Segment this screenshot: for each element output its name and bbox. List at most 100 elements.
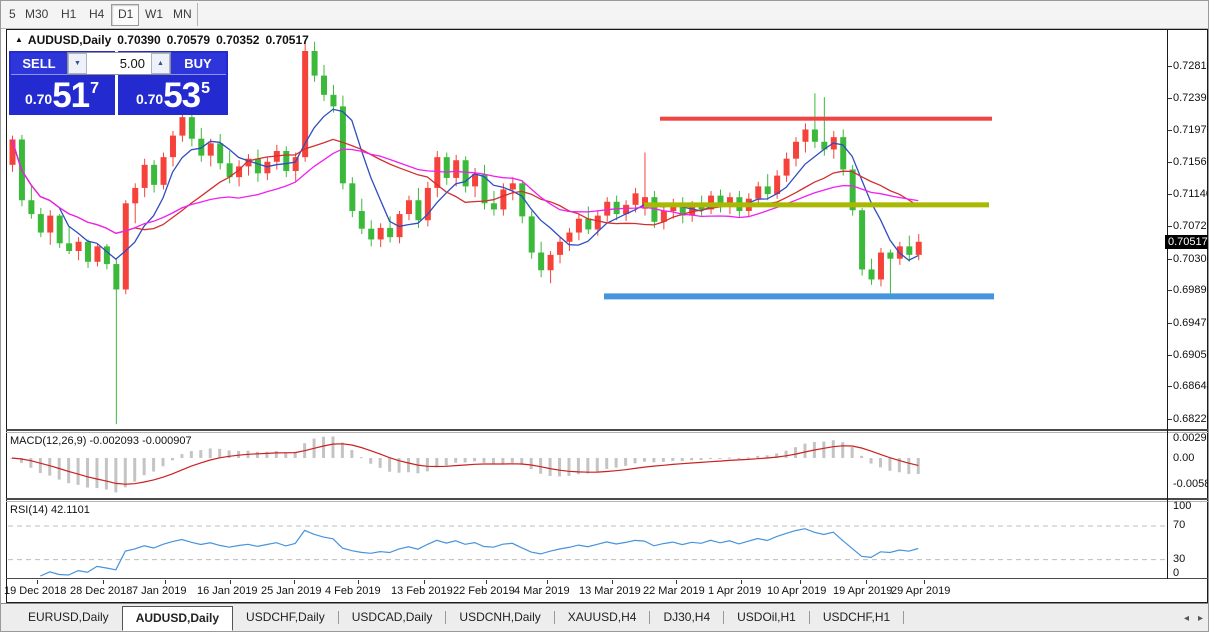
sell-button[interactable]: SELL bbox=[11, 53, 67, 75]
date-tick-label: 1 Apr 2019 bbox=[708, 585, 761, 597]
macd-scale-zero: 0.00 bbox=[1173, 452, 1194, 464]
price-tick-label: 0.69470 bbox=[1173, 317, 1209, 329]
price-tick-label: 0.69890 bbox=[1173, 284, 1209, 296]
rsi-label: RSI(14) 42.1101 bbox=[10, 504, 90, 516]
chart-tab-usdcnh[interactable]: USDCNH,Daily bbox=[446, 607, 553, 628]
buy-button[interactable]: BUY bbox=[170, 53, 226, 75]
date-tick bbox=[103, 580, 104, 584]
price-tick bbox=[1168, 66, 1172, 67]
price-tick bbox=[1168, 419, 1172, 420]
date-tick bbox=[800, 580, 801, 584]
volume-input[interactable]: 5.00 bbox=[87, 53, 151, 74]
panel-separator[interactable] bbox=[6, 429, 1208, 431]
collapse-panel-icon[interactable]: ▲ bbox=[15, 35, 23, 44]
price-tick bbox=[1168, 162, 1172, 163]
rsi-scale-label: 70 bbox=[1173, 519, 1185, 531]
rsi-value: 42.1101 bbox=[51, 504, 90, 516]
date-tick bbox=[547, 580, 548, 584]
price-tick-label: 0.68640 bbox=[1173, 380, 1209, 392]
toolbar-separator bbox=[197, 3, 198, 26]
price-tick bbox=[1168, 323, 1172, 324]
timeframe-button-mn[interactable]: MN bbox=[167, 4, 195, 24]
mt4-window: 5M30H1H4D1W1MN ▲AUDUSD,Daily0.703900.705… bbox=[0, 0, 1209, 632]
date-tick bbox=[358, 580, 359, 584]
chart-tab-eurusd[interactable]: EURUSD,Daily bbox=[15, 607, 122, 628]
timeframe-button-h4[interactable]: H4 bbox=[83, 4, 109, 24]
price-tick bbox=[1168, 194, 1172, 195]
date-tick bbox=[424, 580, 425, 584]
price-tick-label: 0.70720 bbox=[1173, 220, 1209, 232]
panel-separator bbox=[6, 578, 1208, 579]
tabs-scroll-right-icon[interactable]: ▸ bbox=[1198, 613, 1203, 624]
sell-price-prefix: 0.70 bbox=[25, 91, 52, 107]
price-tick-label: 0.69050 bbox=[1173, 349, 1209, 361]
price-scale-border bbox=[1167, 29, 1168, 579]
price-tick-label: 0.70300 bbox=[1173, 253, 1209, 265]
date-tick-label: 25 Jan 2019 bbox=[261, 585, 322, 597]
tab-separator bbox=[903, 611, 904, 624]
rsi-scale-label: 0 bbox=[1173, 567, 1179, 579]
date-tick-label: 4 Mar 2019 bbox=[514, 585, 570, 597]
symbol-period-label: AUDUSD,Daily bbox=[28, 33, 111, 47]
chart-tab-dj30[interactable]: DJ30,H4 bbox=[650, 607, 723, 628]
price-tick-label: 0.68220 bbox=[1173, 413, 1209, 425]
date-tick-label: 29 Apr 2019 bbox=[891, 585, 950, 597]
macd-signal-value: -0.000907 bbox=[142, 435, 192, 447]
date-tick-label: 4 Feb 2019 bbox=[325, 585, 381, 597]
timeframe-button-h1[interactable]: H1 bbox=[55, 4, 81, 24]
chart-tab-audusd[interactable]: AUDUSD,Daily bbox=[122, 606, 233, 631]
price-tick-label: 0.71140 bbox=[1173, 188, 1209, 200]
tabs-scroll-left-icon[interactable]: ◂ bbox=[1184, 613, 1189, 624]
date-tick-label: 13 Feb 2019 bbox=[391, 585, 453, 597]
one-click-trading-panel: SELL 0.70 51 7 BUY 0.70 53 5 ▼ 5.00 ▲ bbox=[9, 51, 228, 115]
rsi-scale-label: 30 bbox=[1173, 553, 1185, 565]
date-tick-label: 16 Jan 2019 bbox=[197, 585, 258, 597]
buy-price-big: 53 bbox=[163, 79, 200, 112]
low-value: 0.70352 bbox=[216, 33, 259, 47]
date-tick-label: 19 Dec 2018 bbox=[4, 585, 66, 597]
chart-tab-xauusd[interactable]: XAUUSD,H4 bbox=[555, 607, 650, 628]
price-tick bbox=[1168, 386, 1172, 387]
current-price-badge: 0.70517 bbox=[1165, 235, 1209, 249]
sell-price-big: 51 bbox=[52, 79, 89, 112]
sell-price-pip: 7 bbox=[90, 80, 99, 98]
chart-tab-usdchf[interactable]: USDCHF,H1 bbox=[810, 607, 903, 628]
date-tick-label: 13 Mar 2019 bbox=[579, 585, 641, 597]
chart-tab-usdchf[interactable]: USDCHF,Daily bbox=[233, 607, 338, 628]
volume-decrease-button[interactable]: ▼ bbox=[68, 53, 87, 74]
date-tick-label: 7 Jan 2019 bbox=[132, 585, 186, 597]
price-tick bbox=[1168, 259, 1172, 260]
timeframe-button-5[interactable]: 5 bbox=[3, 4, 17, 24]
rsi-name: RSI(14) bbox=[10, 504, 48, 516]
date-tick bbox=[612, 580, 613, 584]
chart-tab-usdcad[interactable]: USDCAD,Daily bbox=[339, 607, 446, 628]
close-value: 0.70517 bbox=[265, 33, 308, 47]
chart-tab-bar: EURUSD,DailyAUDUSD,DailyUSDCHF,DailyUSDC… bbox=[1, 603, 1209, 632]
date-axis[interactable]: 19 Dec 2018 28 Dec 20187 Jan 2019 16 Jan 2… bbox=[7, 580, 1167, 602]
date-tick-label: 22 Mar 2019 bbox=[643, 585, 705, 597]
date-tick-label: 10 Apr 2019 bbox=[767, 585, 826, 597]
sell-price: 0.70 51 7 bbox=[9, 79, 115, 112]
chart-tab-usdoil[interactable]: USDOil,H1 bbox=[724, 607, 809, 628]
timeframe-button-m30[interactable]: M30 bbox=[19, 4, 53, 24]
timeframe-button-w1[interactable]: W1 bbox=[139, 4, 165, 24]
rsi-indicator-chart[interactable] bbox=[7, 502, 1167, 578]
price-tick-label: 0.71970 bbox=[1173, 124, 1209, 136]
buy-price-prefix: 0.70 bbox=[136, 91, 163, 107]
open-value: 0.70390 bbox=[117, 33, 160, 47]
date-tick-label: 28 Dec 2018 bbox=[70, 585, 132, 597]
rsi-scale-label: 100 bbox=[1173, 500, 1191, 512]
timeframe-button-d1[interactable]: D1 bbox=[111, 4, 139, 26]
date-tick-label: 22 Feb 2019 bbox=[453, 585, 515, 597]
volume-increase-button[interactable]: ▲ bbox=[151, 53, 170, 74]
date-tick bbox=[676, 580, 677, 584]
date-tick bbox=[924, 580, 925, 584]
date-tick bbox=[230, 580, 231, 584]
macd-label: MACD(12,26,9) -0.002093 -0.000907 bbox=[10, 435, 192, 447]
panel-separator[interactable] bbox=[6, 498, 1208, 500]
price-tick bbox=[1168, 290, 1172, 291]
buy-price-pip: 5 bbox=[201, 80, 210, 98]
date-tick bbox=[294, 580, 295, 584]
price-tick bbox=[1168, 98, 1172, 99]
price-tick bbox=[1168, 355, 1172, 356]
